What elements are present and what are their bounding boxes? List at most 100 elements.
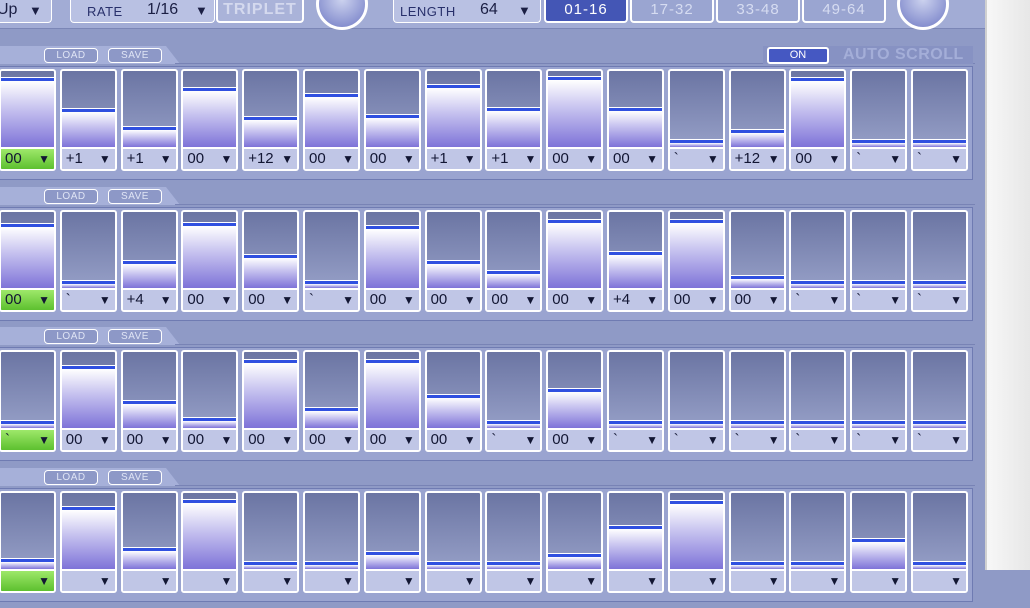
- step-value-select[interactable]: ` ▼: [852, 428, 906, 450]
- step-slider-14[interactable]: 00 ▼: [789, 69, 847, 171]
- save-button[interactable]: SAVE: [108, 48, 162, 63]
- step-slider-15[interactable]: ▼: [850, 491, 908, 593]
- step-slider-3[interactable]: +4 ▼: [120, 210, 178, 312]
- auto-scroll-toggle[interactable]: ON AUTO SCROLL: [763, 46, 973, 64]
- step-value-select[interactable]: ` ▼: [61, 288, 115, 310]
- step-level-handle[interactable]: [426, 260, 480, 264]
- step-value-select[interactable]: ▼: [791, 569, 845, 591]
- load-button[interactable]: LOAD: [44, 329, 98, 344]
- step-value-select[interactable]: 00 ▼: [183, 147, 237, 169]
- step-level-handle[interactable]: [609, 251, 662, 255]
- step-slider-8[interactable]: 00 ▼: [424, 210, 482, 312]
- step-level-handle[interactable]: [305, 561, 358, 565]
- step-level-handle[interactable]: [305, 407, 358, 411]
- step-level-handle[interactable]: [244, 359, 298, 363]
- step-value-select[interactable]: +1 ▼: [487, 147, 541, 169]
- step-slider-16[interactable]: ` ▼: [911, 210, 968, 312]
- step-slider-4[interactable]: 00 ▼: [181, 350, 239, 452]
- step-level-handle[interactable]: [122, 400, 176, 404]
- step-slider-13[interactable]: ` ▼: [728, 350, 786, 452]
- rate-knob-icon[interactable]: [316, 0, 368, 30]
- step-level-handle[interactable]: [852, 538, 906, 542]
- step-level-handle[interactable]: [365, 359, 419, 363]
- step-value-select[interactable]: 00 ▼: [730, 288, 784, 310]
- page-button-3[interactable]: 33-48: [716, 0, 800, 23]
- step-value-select[interactable]: +1 ▼: [61, 147, 115, 169]
- step-slider-4[interactable]: ▼: [181, 491, 239, 593]
- step-slider-7[interactable]: 00 ▼: [363, 350, 421, 452]
- step-slider-12[interactable]: ` ▼: [667, 69, 725, 171]
- step-slider-9[interactable]: +1 ▼: [485, 69, 543, 171]
- step-slider-5[interactable]: ▼: [242, 491, 300, 593]
- step-slider-14[interactable]: ` ▼: [789, 210, 847, 312]
- rate-select[interactable]: RATE 1/16 ▼: [70, 0, 215, 23]
- step-level-handle[interactable]: [852, 139, 906, 143]
- step-value-select[interactable]: ▼: [244, 569, 298, 591]
- step-value-select[interactable]: 00 ▼: [61, 428, 115, 450]
- step-level-handle[interactable]: [122, 547, 176, 551]
- step-slider-16[interactable]: ▼: [911, 491, 968, 593]
- step-level-handle[interactable]: [791, 420, 845, 424]
- step-level-handle[interactable]: [244, 561, 298, 565]
- step-slider-15[interactable]: ` ▼: [850, 210, 908, 312]
- step-value-select[interactable]: 00 ▼: [548, 147, 602, 169]
- step-level-handle[interactable]: [669, 420, 723, 424]
- step-level-handle[interactable]: [183, 499, 237, 503]
- step-value-select[interactable]: 00 ▼: [1, 288, 54, 310]
- step-slider-9[interactable]: ` ▼: [485, 350, 543, 452]
- step-level-handle[interactable]: [1, 223, 54, 227]
- step-slider-7[interactable]: 00 ▼: [363, 210, 421, 312]
- step-value-select[interactable]: 00 ▼: [548, 428, 602, 450]
- step-slider-14[interactable]: ▼: [789, 491, 847, 593]
- step-level-handle[interactable]: [365, 551, 419, 555]
- step-slider-6[interactable]: 00 ▼: [303, 69, 360, 171]
- step-level-handle[interactable]: [487, 270, 541, 274]
- step-level-handle[interactable]: [669, 219, 723, 223]
- step-slider-11[interactable]: +4 ▼: [607, 210, 664, 312]
- step-value-select[interactable]: ▼: [183, 569, 237, 591]
- step-slider-1[interactable]: 00 ▼: [0, 210, 56, 312]
- step-slider-5[interactable]: +12 ▼: [242, 69, 300, 171]
- step-level-handle[interactable]: [548, 553, 602, 557]
- step-level-handle[interactable]: [305, 93, 358, 97]
- load-button[interactable]: LOAD: [44, 189, 98, 204]
- step-level-handle[interactable]: [913, 139, 966, 143]
- step-value-select[interactable]: 00 ▼: [183, 288, 237, 310]
- step-slider-8[interactable]: +1 ▼: [424, 69, 482, 171]
- step-level-handle[interactable]: [426, 394, 480, 398]
- step-value-select[interactable]: ` ▼: [1, 428, 54, 450]
- step-level-handle[interactable]: [183, 87, 237, 91]
- step-slider-10[interactable]: ▼: [546, 491, 604, 593]
- step-slider-1[interactable]: 00 ▼: [0, 69, 56, 171]
- step-value-select[interactable]: ▼: [61, 569, 115, 591]
- step-value-select[interactable]: ` ▼: [913, 147, 966, 169]
- step-slider-2[interactable]: ` ▼: [59, 210, 117, 312]
- step-level-handle[interactable]: [244, 254, 298, 258]
- step-slider-10[interactable]: 00 ▼: [546, 210, 604, 312]
- step-level-handle[interactable]: [487, 107, 541, 111]
- step-value-select[interactable]: 00 ▼: [305, 428, 358, 450]
- step-slider-9[interactable]: ▼: [485, 491, 543, 593]
- save-button[interactable]: SAVE: [108, 189, 162, 204]
- step-value-select[interactable]: ▼: [487, 569, 541, 591]
- step-level-handle[interactable]: [1, 77, 54, 81]
- step-value-select[interactable]: ` ▼: [669, 147, 723, 169]
- step-level-handle[interactable]: [548, 76, 602, 80]
- step-value-select[interactable]: ▼: [426, 569, 480, 591]
- page-button-2[interactable]: 17-32: [630, 0, 714, 23]
- step-level-handle[interactable]: [426, 561, 480, 565]
- step-value-select[interactable]: 00 ▼: [487, 288, 541, 310]
- step-value-select[interactable]: ▼: [305, 569, 358, 591]
- step-slider-9[interactable]: 00 ▼: [485, 210, 543, 312]
- step-level-handle[interactable]: [730, 561, 784, 565]
- step-level-handle[interactable]: [791, 561, 845, 565]
- step-slider-3[interactable]: +1 ▼: [120, 69, 178, 171]
- step-slider-13[interactable]: +12 ▼: [728, 69, 786, 171]
- step-level-handle[interactable]: [913, 561, 966, 565]
- step-slider-4[interactable]: 00 ▼: [181, 210, 239, 312]
- step-slider-16[interactable]: ` ▼: [911, 69, 968, 171]
- step-slider-6[interactable]: 00 ▼: [303, 350, 360, 452]
- step-slider-2[interactable]: ▼: [59, 491, 117, 593]
- step-value-select[interactable]: 00 ▼: [122, 428, 176, 450]
- step-value-select[interactable]: 00 ▼: [426, 288, 480, 310]
